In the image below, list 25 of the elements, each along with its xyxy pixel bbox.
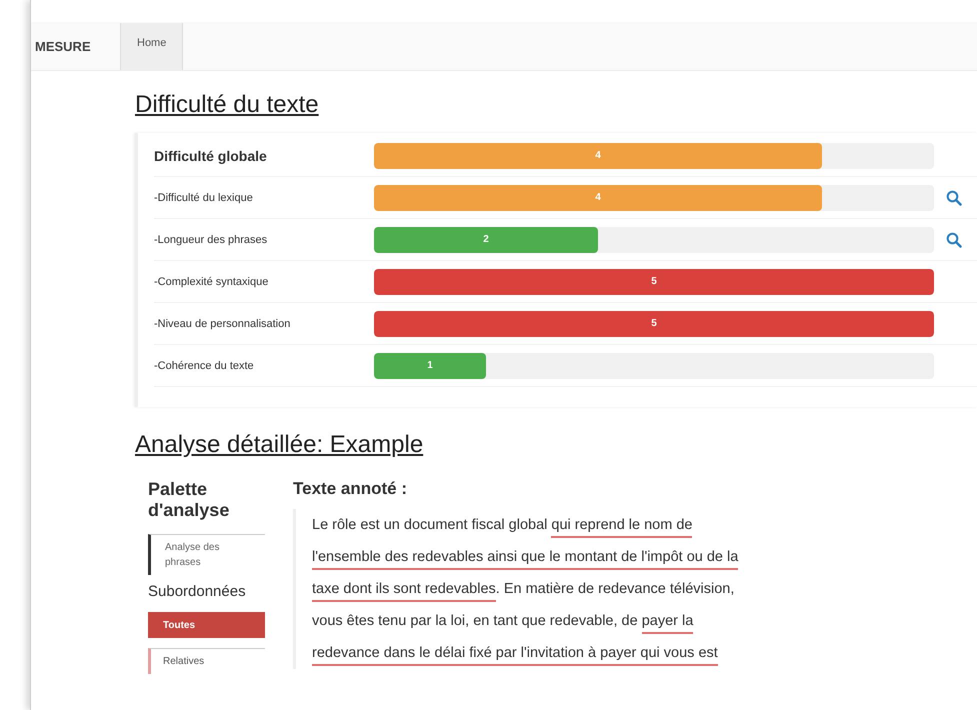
palette-subtitle: Subordonnées	[148, 583, 247, 600]
search-icon[interactable]	[946, 190, 962, 206]
menu-item[interactable]: Analyse des phrases	[148, 534, 265, 576]
search-icon[interactable]	[946, 232, 962, 248]
brand-name: MESURE	[35, 38, 92, 54]
score-fill: 5	[374, 268, 934, 294]
metric-label: -Cohérence du texte	[154, 360, 255, 372]
filter-item[interactable]: Relatives	[148, 648, 265, 674]
filter-item[interactable]: Toutes	[148, 612, 265, 638]
nav-tab[interactable]: Home	[120, 23, 184, 70]
metric-label: -Niveau de personnalisation	[154, 318, 292, 330]
annotated-text: Le rôle est un document fiscal global qui reprend le nom de l'ensemble des redevables ainsi que le montant de l'impôt ou de la taxe dont ils sont redevables. En matière de redevance télévision, vous êtes tenu par la loi, en tant que redevable, de payer la redevance dans le délai fixé par l'invitation à payer qui vous est	[312, 509, 763, 669]
section-title: Analyse détaillée: Example	[135, 431, 424, 459]
metric-label: Difficulté globale	[154, 148, 268, 164]
score-fill: 5	[374, 310, 934, 336]
metric-label: -Difficulté du lexique	[154, 192, 254, 204]
score-fill: 4	[374, 184, 822, 210]
score-fill: 4	[374, 142, 822, 168]
metric-label: -Longueur des phrases	[154, 234, 268, 246]
section-title: Difficulté du texte	[135, 91, 320, 119]
annotated-title: Texte annoté :	[293, 479, 408, 499]
score-fill: 2	[374, 226, 598, 252]
palette-title: Palette d'analyse	[148, 479, 230, 520]
metric-label: -Complexité syntaxique	[154, 276, 270, 288]
score-fill: 1	[374, 352, 486, 378]
